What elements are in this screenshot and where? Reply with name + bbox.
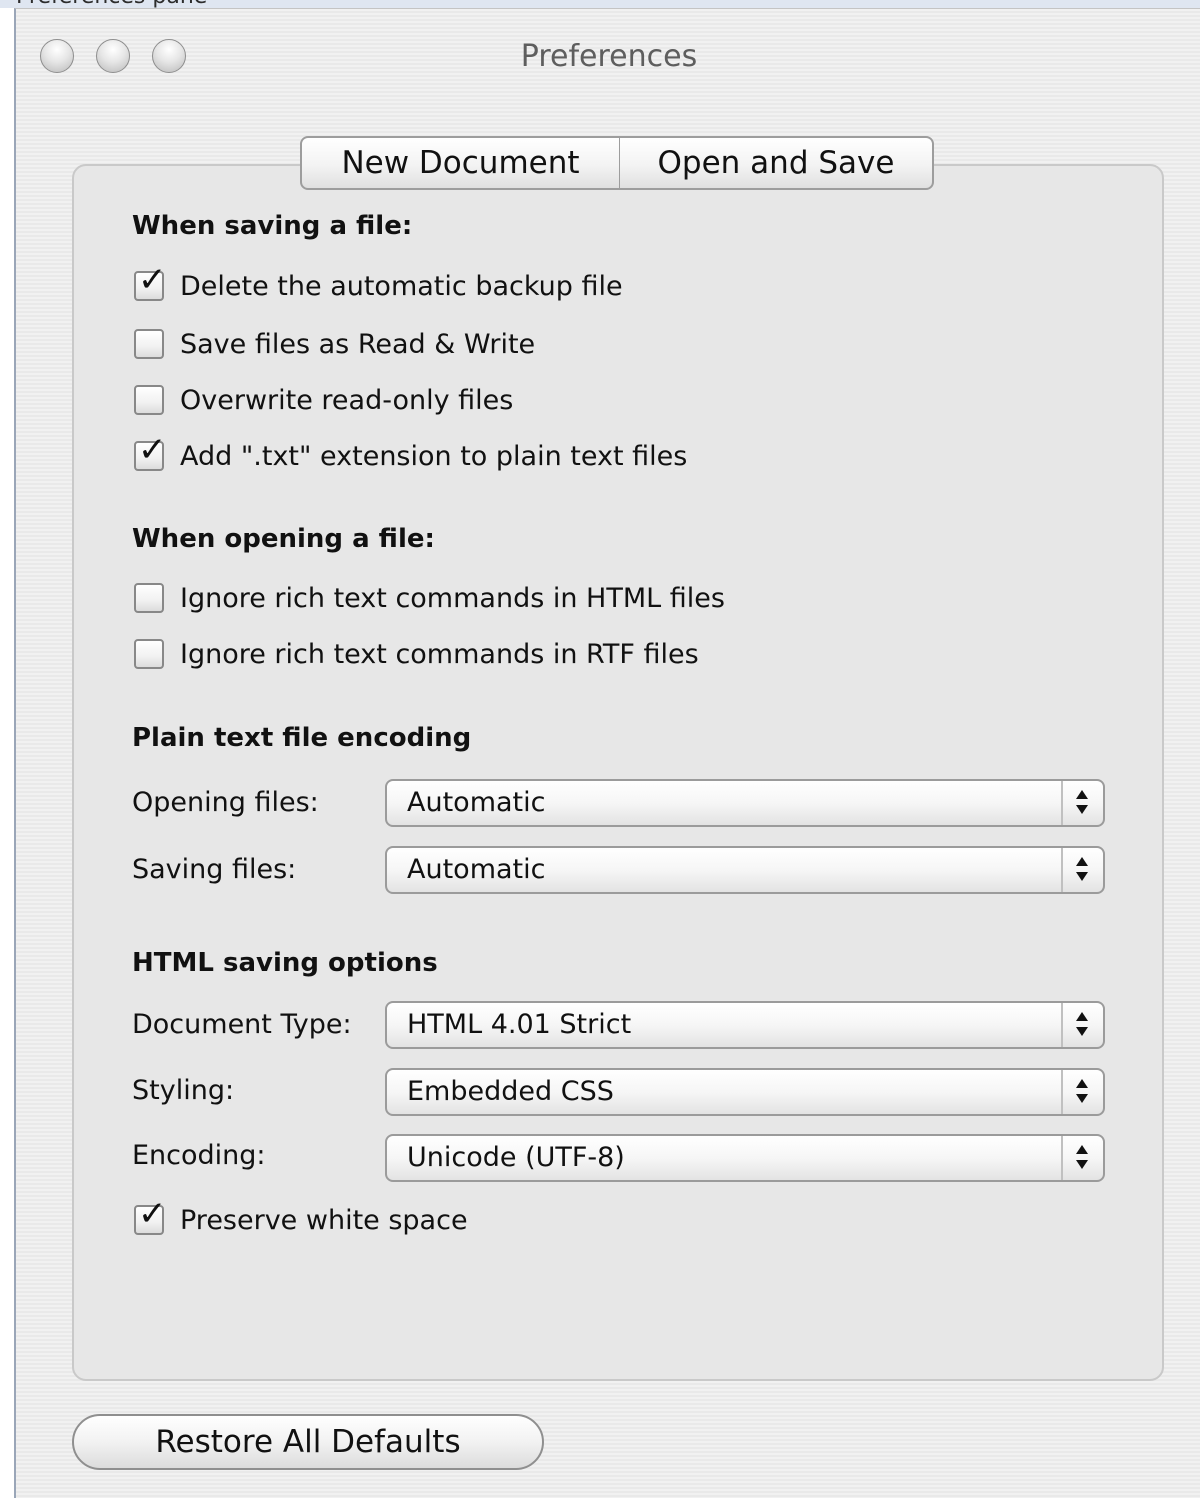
checkbox-row-add-txt-extension[interactable]: ✓ Add ".txt" extension to plain text fil… xyxy=(134,433,687,473)
preserve-whitespace-label[interactable]: Preserve white space xyxy=(180,1205,468,1236)
arrow-down-icon xyxy=(1076,1160,1088,1169)
preserve-whitespace-checkbox[interactable]: ✓ xyxy=(134,1197,167,1235)
tab-bar: New Document Open and Save xyxy=(300,136,934,190)
popup-arrows-icon xyxy=(1061,1136,1103,1180)
encoding-heading: Plain text file encoding xyxy=(132,723,472,753)
arrow-up-icon xyxy=(1076,1145,1088,1154)
title-bar[interactable]: Preferences xyxy=(16,9,1200,89)
document-type-popup[interactable]: HTML 4.01 Strict xyxy=(385,1001,1105,1049)
arrow-up-icon xyxy=(1076,790,1088,799)
arrow-up-icon xyxy=(1076,1012,1088,1021)
checkmark-icon: ✓ xyxy=(138,430,167,470)
popup-arrows-icon xyxy=(1061,1003,1103,1047)
document-type-label: Document Type: xyxy=(132,1009,352,1040)
preferences-window: Preferences New Document Open and Save W… xyxy=(14,8,1200,1498)
styling-label: Styling: xyxy=(132,1075,235,1106)
top-strip-text: Preferences pane xyxy=(16,0,316,8)
document-type-value: HTML 4.01 Strict xyxy=(407,1009,632,1040)
ignore-rtf-label[interactable]: Ignore rich text commands in RTF files xyxy=(180,639,699,670)
popup-arrows-icon xyxy=(1061,781,1103,825)
ignore-html-checkbox[interactable] xyxy=(134,583,164,613)
overwrite-readonly-label[interactable]: Overwrite read-only files xyxy=(180,385,513,416)
popup-arrows-icon xyxy=(1061,1070,1103,1114)
add-txt-extension-label[interactable]: Add ".txt" extension to plain text files xyxy=(180,441,687,472)
tab-new-document[interactable]: New Document xyxy=(302,138,620,188)
read-write-checkbox[interactable] xyxy=(134,329,164,359)
read-write-label[interactable]: Save files as Read & Write xyxy=(180,329,535,360)
styling-value: Embedded CSS xyxy=(407,1076,614,1107)
checkbox-row-delete-backup[interactable]: ✓ Delete the automatic backup file xyxy=(134,263,623,303)
opening-heading: When opening a file: xyxy=(132,524,435,554)
delete-backup-checkbox[interactable]: ✓ xyxy=(134,263,167,301)
arrow-down-icon xyxy=(1076,1027,1088,1036)
saving-files-label: Saving files: xyxy=(132,854,297,885)
html-encoding-label: Encoding: xyxy=(132,1140,266,1171)
ignore-rtf-checkbox[interactable] xyxy=(134,639,164,669)
saving-files-popup[interactable]: Automatic xyxy=(385,846,1105,894)
checkbox-row-read-write[interactable]: Save files as Read & Write xyxy=(134,327,535,361)
window-title: Preferences xyxy=(520,39,698,74)
overwrite-readonly-checkbox[interactable] xyxy=(134,385,164,415)
checkbox-row-ignore-html[interactable]: Ignore rich text commands in HTML files xyxy=(134,581,725,615)
html-encoding-popup[interactable]: Unicode (UTF-8) xyxy=(385,1134,1105,1182)
delete-backup-label[interactable]: Delete the automatic backup file xyxy=(180,271,623,302)
arrow-up-icon xyxy=(1076,1079,1088,1088)
arrow-down-icon xyxy=(1076,805,1088,814)
top-strip: Preferences pane xyxy=(0,0,1200,8)
checkbox-row-ignore-rtf[interactable]: Ignore rich text commands in RTF files xyxy=(134,637,699,671)
checkbox-row-overwrite-readonly[interactable]: Overwrite read-only files xyxy=(134,383,513,417)
opening-files-value: Automatic xyxy=(407,787,546,818)
ignore-html-label[interactable]: Ignore rich text commands in HTML files xyxy=(180,583,725,614)
restore-all-defaults-button[interactable]: Restore All Defaults xyxy=(72,1414,544,1470)
styling-popup[interactable]: Embedded CSS xyxy=(385,1068,1105,1116)
saving-files-value: Automatic xyxy=(407,854,546,885)
opening-files-label: Opening files: xyxy=(132,787,319,818)
saving-heading: When saving a file: xyxy=(132,211,413,241)
opening-files-popup[interactable]: Automatic xyxy=(385,779,1105,827)
add-txt-extension-checkbox[interactable]: ✓ xyxy=(134,433,167,471)
arrow-down-icon xyxy=(1076,1094,1088,1103)
checkmark-icon: ✓ xyxy=(138,260,167,300)
html-options-heading: HTML saving options xyxy=(132,948,438,978)
html-encoding-value: Unicode (UTF-8) xyxy=(407,1142,625,1173)
tab-open-and-save[interactable]: Open and Save xyxy=(620,138,932,188)
checkmark-icon: ✓ xyxy=(138,1194,167,1234)
popup-arrows-icon xyxy=(1061,848,1103,892)
checkbox-row-preserve-whitespace[interactable]: ✓ Preserve white space xyxy=(134,1197,468,1237)
arrow-up-icon xyxy=(1076,857,1088,866)
arrow-down-icon xyxy=(1076,872,1088,881)
